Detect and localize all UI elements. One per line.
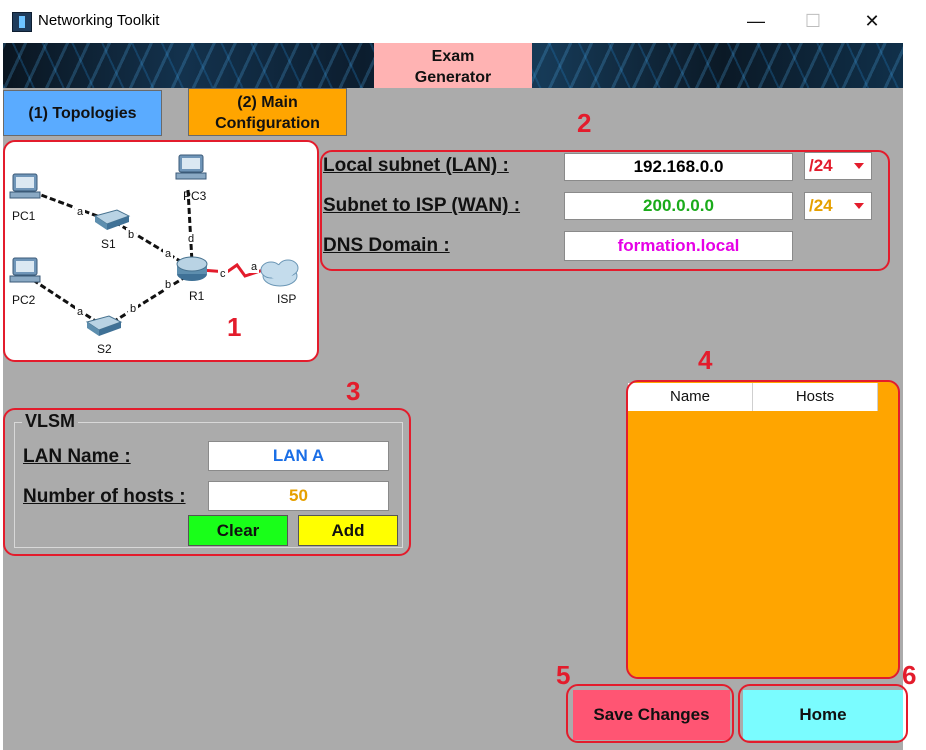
number-of-hosts-input[interactable]: 50 <box>208 481 389 511</box>
isp-label: ISP <box>277 292 296 306</box>
save-button-highlight <box>566 684 734 743</box>
isp-cloud-icon <box>260 259 299 287</box>
annotation-4: 4 <box>698 345 713 375</box>
add-button[interactable]: Add <box>298 515 398 546</box>
number-of-hosts-label: Number of hosts : <box>23 486 186 507</box>
maximize-button[interactable]: ☐ <box>791 6 835 36</box>
port-label: b <box>128 229 134 241</box>
window-title: Networking Toolkit <box>38 12 160 29</box>
lan-subnet-label: Local subnet (LAN) : <box>323 155 509 176</box>
pc1-icon <box>9 173 41 199</box>
pc3-icon <box>175 154 207 180</box>
port-label: a <box>165 248 172 260</box>
port-label: b <box>165 279 171 291</box>
main-configuration-line1: (2) Main <box>237 94 298 111</box>
pc1-label: PC1 <box>12 209 36 223</box>
pc2-label: PC2 <box>12 293 36 307</box>
dns-domain-input[interactable]: formation.local <box>564 231 793 261</box>
port-label: c <box>220 268 226 280</box>
lan-prefix-value: /24 <box>809 156 833 175</box>
exam-generator-tab-line1: Exam <box>431 48 475 65</box>
minimize-button[interactable]: — <box>734 6 778 36</box>
pc2-icon <box>9 257 41 283</box>
annotation-1: 1 <box>227 312 242 342</box>
wan-subnet-input[interactable]: 200.0.0.0 <box>564 192 793 220</box>
wan-subnet-label: Subnet to ISP (WAN) : <box>323 195 521 216</box>
topology-diagram: PC1 PC2 PC3 S1 S2 R1 ISP a b a a b b d c… <box>9 154 299 356</box>
chevron-down-icon[interactable] <box>851 198 867 214</box>
vlsm-title: VLSM <box>22 411 79 432</box>
port-label: b <box>130 303 136 315</box>
app-icon <box>12 12 32 32</box>
s2-label: S2 <box>97 342 112 356</box>
annotation-3: 3 <box>346 376 361 406</box>
annotation-2: 2 <box>577 108 592 138</box>
annotation-5: 5 <box>556 660 571 690</box>
port-label: a <box>251 261 258 273</box>
topologies-button[interactable]: (1) Topologies <box>3 90 162 136</box>
lan-table-frame <box>626 380 900 679</box>
lan-prefix-dropdown[interactable]: /24 <box>804 152 872 180</box>
pc3-label: PC3 <box>183 189 207 203</box>
lan-subnet-input[interactable]: 192.168.0.0 <box>564 153 793 181</box>
main-configuration-line2: Configuration <box>215 115 320 132</box>
exam-generator-tab[interactable]: Exam Generator <box>374 43 532 88</box>
wan-prefix-value: /24 <box>809 196 833 215</box>
r1-label: R1 <box>189 289 205 303</box>
main-configuration-button[interactable]: (2) Main Configuration <box>188 88 347 136</box>
port-label: a <box>77 306 84 318</box>
s1-label: S1 <box>101 237 116 251</box>
home-button-highlight <box>738 684 908 743</box>
close-button[interactable]: ✕ <box>850 6 894 36</box>
port-label: d <box>188 233 194 245</box>
clear-button[interactable]: Clear <box>188 515 288 546</box>
chevron-down-icon[interactable] <box>851 158 867 174</box>
switch-s2-icon <box>85 315 123 336</box>
exam-generator-tab-line2: Generator <box>414 69 492 86</box>
router-r1-icon <box>176 256 208 281</box>
wan-prefix-dropdown[interactable]: /24 <box>804 192 872 220</box>
dns-domain-label: DNS Domain : <box>323 235 450 256</box>
port-label: a <box>77 206 84 218</box>
lan-name-label: LAN Name : <box>23 446 131 467</box>
lan-name-input[interactable]: LAN A <box>208 441 389 471</box>
